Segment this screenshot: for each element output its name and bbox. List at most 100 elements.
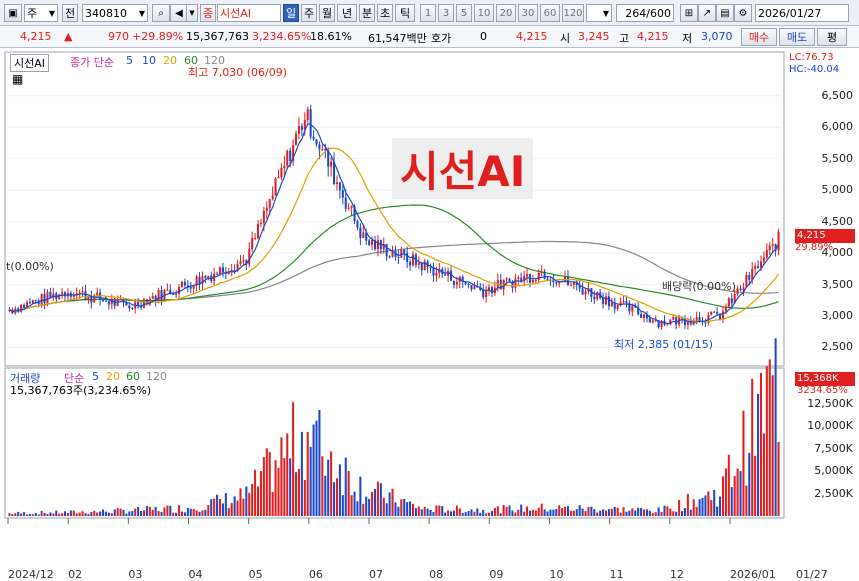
- volume-bar: [81, 511, 84, 516]
- volume-bar: [745, 485, 748, 516]
- volume-bar: [502, 504, 505, 516]
- ma10-legend: 10: [142, 54, 156, 67]
- candle-body: [534, 279, 537, 281]
- volume-bar: [312, 424, 315, 516]
- candle-body: [96, 292, 99, 296]
- volume-bar: [724, 468, 727, 516]
- prev-button[interactable]: 전: [62, 4, 78, 22]
- candle-body: [178, 286, 181, 294]
- volume-bar: [397, 506, 400, 516]
- crosshair-icon[interactable]: ⊞: [680, 4, 698, 22]
- volume-axis-tick: 2,500K: [814, 486, 853, 500]
- count-field[interactable]: 264/600: [616, 4, 674, 22]
- candle-body: [552, 280, 555, 283]
- gear-icon[interactable]: ⚙: [734, 4, 752, 22]
- volume-bar: [499, 513, 502, 516]
- period-tab-minute[interactable]: 분: [359, 4, 375, 22]
- date-field[interactable]: 2026/01/27: [755, 4, 849, 22]
- period-tab-year[interactable]: 년: [337, 4, 357, 22]
- volume-bar: [470, 509, 473, 516]
- search-icon[interactable]: ⌕: [152, 4, 170, 22]
- candle-body: [280, 167, 283, 178]
- candle-body: [531, 280, 534, 283]
- period-tab-month[interactable]: 월: [319, 4, 335, 22]
- x-axis-tick: 11: [609, 568, 624, 581]
- period-tab-second[interactable]: 초: [377, 4, 393, 22]
- x-axis-tick: 01/27: [796, 568, 828, 581]
- grid-icon[interactable]: ▦: [12, 72, 23, 86]
- volume-bar: [584, 511, 587, 516]
- interval-3[interactable]: 3: [438, 4, 454, 22]
- volume-bar: [236, 500, 239, 516]
- toolbar: ▣ 주 ▼ 전 340810 ▼ ⌕ ◀ ▼ 종 시선AI 일 주 월 년 분 초 …: [0, 0, 859, 26]
- draw-tool-icon[interactable]: ↗: [698, 4, 716, 22]
- volume-bar: [546, 511, 549, 516]
- candle-body: [569, 284, 572, 286]
- candle-body: [242, 260, 245, 262]
- volume-bar: [338, 464, 341, 516]
- volume-bar: [757, 393, 760, 516]
- stock-chart-svg[interactable]: [0, 48, 859, 540]
- window-icon[interactable]: ▣: [4, 4, 22, 22]
- buy-button[interactable]: 매수: [741, 28, 777, 46]
- volume-bar: [210, 499, 213, 516]
- volume-bar: [587, 506, 590, 516]
- period-tab-week[interactable]: 주: [301, 4, 317, 22]
- volume-bar: [292, 402, 295, 516]
- candle-body: [335, 182, 339, 185]
- interval-select[interactable]: ▼: [586, 4, 612, 22]
- volume-bar: [452, 510, 455, 516]
- volume-bar: [564, 506, 567, 516]
- volume-bar: [300, 431, 303, 516]
- eval-button[interactable]: 평: [817, 28, 847, 46]
- trade-amount: 61,547백만: [368, 32, 427, 45]
- volume-bar: [142, 510, 146, 516]
- volume-bar: [368, 498, 371, 516]
- volume-bar: [75, 513, 78, 516]
- candle-body: [259, 223, 262, 225]
- period-type-select[interactable]: 주 ▼: [24, 4, 58, 22]
- volume-bar: [107, 512, 110, 516]
- x-axis-tick: 12: [669, 568, 684, 581]
- stock-name-field[interactable]: 시선AI: [217, 4, 281, 22]
- candle-body: [180, 281, 184, 287]
- volume-bar: [689, 509, 692, 516]
- interval-5[interactable]: 5: [456, 4, 472, 22]
- volume-value: 15,367,763: [186, 30, 249, 43]
- volume-bar: [464, 512, 467, 516]
- save-icon[interactable]: ▤: [716, 4, 734, 22]
- period-tab-day[interactable]: 일: [283, 4, 299, 22]
- volume-bar: [315, 420, 318, 516]
- volume-bar: [309, 446, 312, 516]
- sell-button[interactable]: 매도: [779, 28, 815, 46]
- volume-bar: [87, 513, 90, 516]
- volume-axis-tick: 10,000K: [807, 419, 853, 433]
- candle-body: [467, 284, 470, 286]
- x-axis-tick: 09: [489, 568, 504, 581]
- interval-10[interactable]: 10: [474, 4, 494, 22]
- interval-120[interactable]: 120: [562, 4, 584, 22]
- volume-bar: [362, 503, 365, 516]
- price-change-pct: +29.89%: [132, 30, 184, 43]
- candle-body: [227, 272, 230, 274]
- interval-1[interactable]: 1: [420, 4, 436, 22]
- volume-bar: [707, 491, 710, 516]
- stock-code-input[interactable]: 340810 ▼: [82, 4, 148, 22]
- candle-body: [262, 210, 265, 224]
- volume-bar: [137, 506, 140, 516]
- price-legend-name[interactable]: 시선AI: [10, 54, 50, 72]
- interval-20[interactable]: 20: [496, 4, 516, 22]
- candle-body: [666, 324, 669, 326]
- volume-bar: [218, 498, 222, 516]
- candle-body: [449, 270, 453, 281]
- candle-body: [704, 322, 707, 324]
- volume-bar: [259, 471, 262, 516]
- interval-30[interactable]: 30: [518, 4, 538, 22]
- interval-60[interactable]: 60: [540, 4, 560, 22]
- period-tab-tick[interactable]: 틱: [395, 4, 415, 22]
- volume-bar: [596, 512, 599, 516]
- chevron-down-icon[interactable]: ▼: [186, 4, 198, 22]
- candle-body: [84, 291, 87, 300]
- volume-bar: [552, 509, 555, 516]
- volume-axis-tick: 5,000K: [814, 464, 853, 478]
